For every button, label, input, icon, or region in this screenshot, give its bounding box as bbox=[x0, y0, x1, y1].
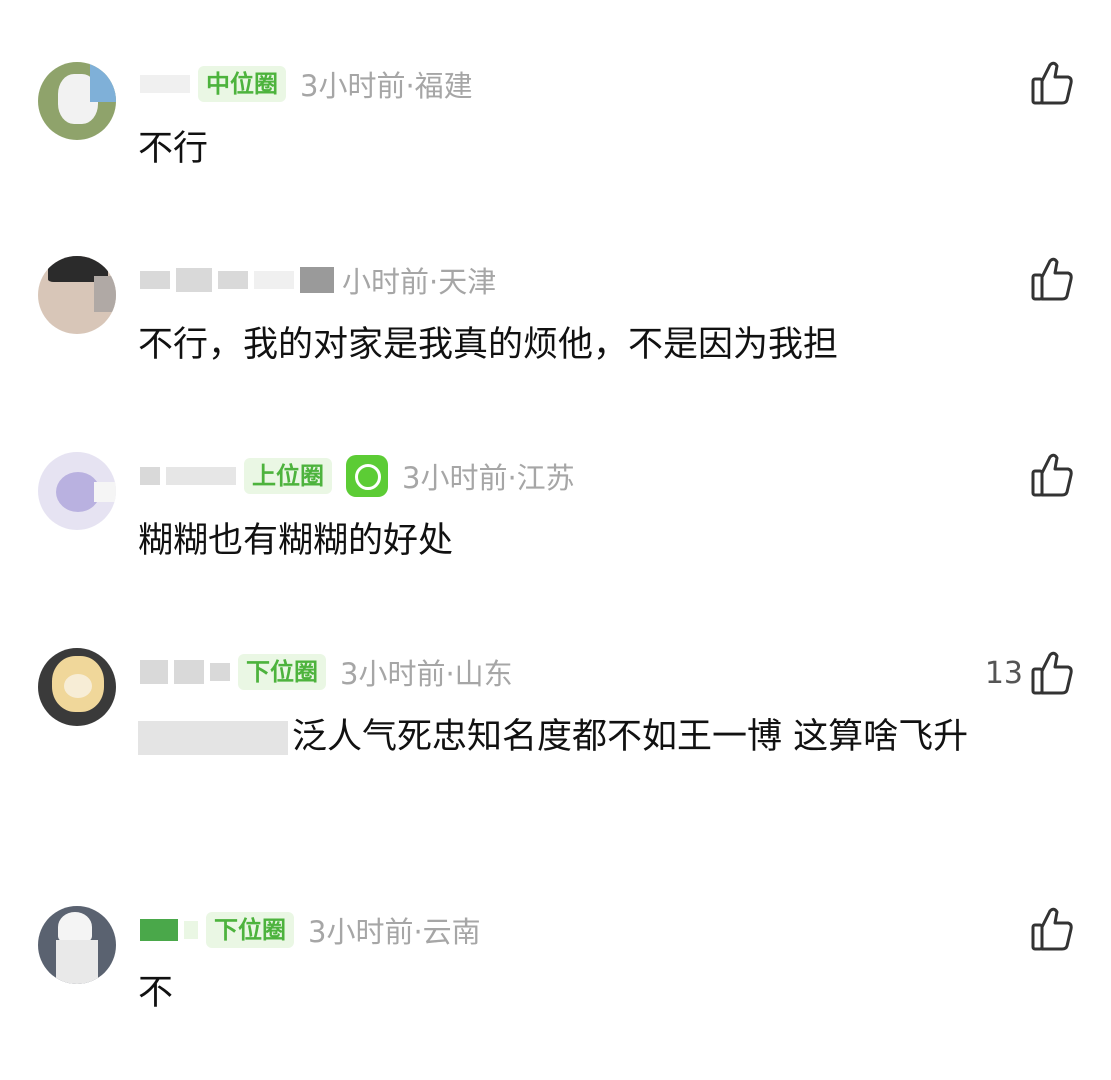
like-button[interactable] bbox=[1023, 904, 1073, 954]
like-button[interactable] bbox=[1023, 254, 1073, 304]
comment-meta: 下位圈 3小时前·云南 bbox=[140, 908, 481, 952]
redacted-name bbox=[138, 721, 288, 755]
timestamp-location: 3小时前·福建 bbox=[300, 69, 473, 103]
timestamp-location: 3小时前·云南 bbox=[308, 915, 481, 949]
comment-meta: 下位圈 3小时前·山东 bbox=[140, 650, 513, 694]
comment-text: 不行，我的对家是我真的烦他，不是因为我担 bbox=[138, 325, 839, 365]
thumbs-up-icon bbox=[1031, 650, 1073, 696]
comment-meta: 上位圈 3小时前·江苏 bbox=[140, 454, 575, 498]
thumbs-up-icon bbox=[1031, 256, 1073, 302]
avatar[interactable] bbox=[38, 256, 116, 334]
circle-badge: 中位圈 bbox=[198, 66, 286, 102]
comment-text: 不行 bbox=[138, 129, 209, 169]
like-button[interactable]: 13 bbox=[985, 648, 1073, 698]
avatar[interactable] bbox=[38, 62, 116, 140]
avatar[interactable] bbox=[38, 452, 116, 530]
username[interactable] bbox=[140, 467, 236, 485]
like-button[interactable] bbox=[1023, 58, 1073, 108]
circle-badge: 下位圈 bbox=[206, 912, 294, 948]
comment-meta: 小时前·天津 bbox=[140, 258, 496, 302]
thumbs-up-icon bbox=[1031, 60, 1073, 106]
comment-text: 糊糊也有糊糊的好处 bbox=[138, 521, 454, 561]
like-button[interactable] bbox=[1023, 450, 1073, 500]
comment-meta: 中位圈 3小时前·福建 bbox=[140, 62, 473, 106]
username[interactable] bbox=[140, 75, 190, 93]
thumbs-up-icon bbox=[1031, 906, 1073, 952]
username[interactable] bbox=[140, 919, 198, 941]
timestamp-location: 小时前·天津 bbox=[342, 265, 497, 299]
comment-text: 泛人气死忠知名度都不如王一博 这算啥飞升 bbox=[138, 706, 1058, 768]
level-badge-icon bbox=[346, 455, 388, 497]
username[interactable] bbox=[140, 267, 334, 293]
avatar[interactable] bbox=[38, 906, 116, 984]
circle-badge: 上位圈 bbox=[244, 458, 332, 494]
like-count: 13 bbox=[984, 655, 1023, 691]
thumbs-up-icon bbox=[1031, 452, 1073, 498]
username[interactable] bbox=[140, 660, 230, 684]
avatar[interactable] bbox=[38, 648, 116, 726]
circle-badge: 下位圈 bbox=[238, 654, 326, 690]
timestamp-location: 3小时前·山东 bbox=[340, 657, 513, 691]
timestamp-location: 3小时前·江苏 bbox=[402, 461, 575, 495]
comment-list: 中位圈 3小时前·福建 不行 小时前·天津 不行，我的对家是我真的烦他，不是因为… bbox=[0, 0, 1111, 1080]
comment-text: 不 bbox=[138, 973, 174, 1013]
